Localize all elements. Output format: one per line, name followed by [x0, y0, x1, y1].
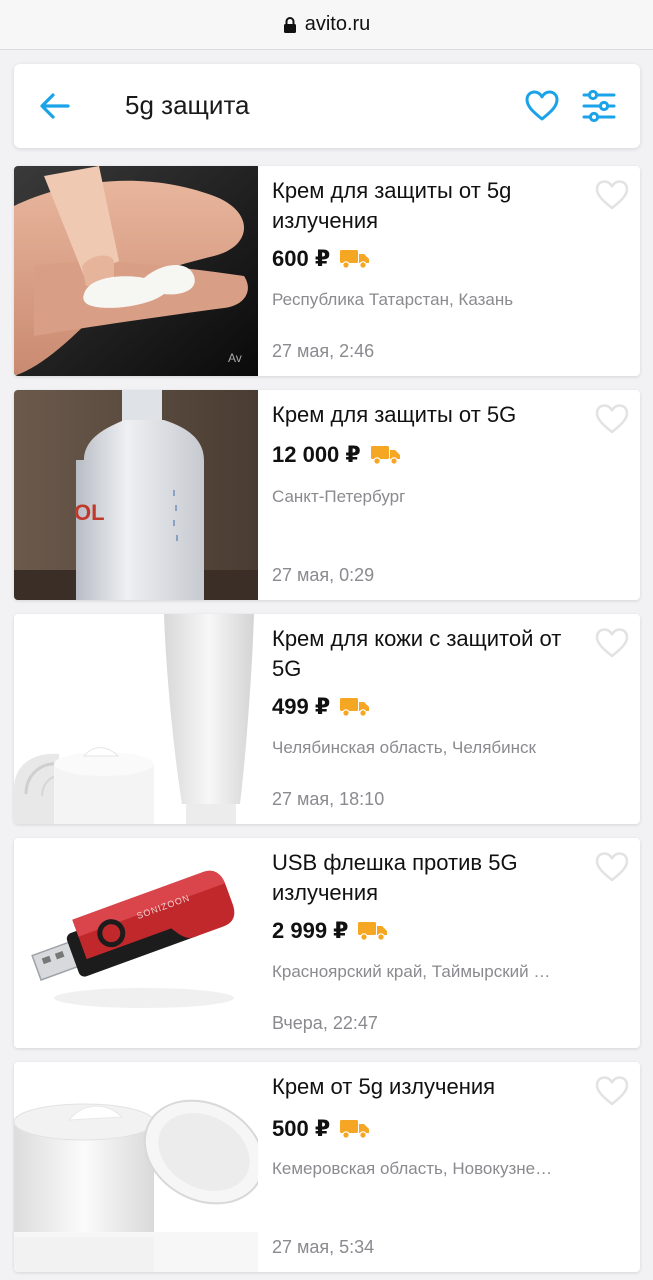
listing-title[interactable]: Крем от 5g излучения: [272, 1072, 572, 1102]
listing-price: 2 999 ₽: [272, 918, 349, 943]
listing-card[interactable]: Av Крем для защиты от 5g излучения 600 ₽…: [14, 166, 640, 376]
listing-price: 500 ₽: [272, 1116, 331, 1141]
listing-price: 600 ₽: [272, 246, 331, 271]
listing-title[interactable]: Крем для защиты от 5g излучения: [272, 176, 572, 236]
listing-image-cream-tube-jar[interactable]: [14, 614, 258, 824]
favorite-heart-icon[interactable]: [594, 402, 630, 436]
favorites-heart-icon[interactable]: [524, 88, 560, 124]
listing-image-cream-jar-open[interactable]: [14, 1062, 258, 1272]
delivery-truck-icon: [340, 698, 370, 717]
filter-sliders-icon[interactable]: [581, 88, 617, 124]
watermark: Av: [228, 351, 242, 365]
listing-price: 12 000 ₽: [272, 442, 361, 467]
delivery-truck-icon: [340, 1120, 370, 1139]
listing-card[interactable]: Крем от 5g излучения 500 ₽ Кемеровская о…: [14, 1062, 640, 1272]
delivery-truck-icon: [370, 446, 400, 465]
listing-price: 499 ₽: [272, 694, 331, 719]
listing-card[interactable]: SONIZOON USB флешка против 5G излучения …: [14, 838, 640, 1048]
back-arrow-icon[interactable]: [38, 90, 72, 122]
listing-date: 27 мая, 2:46: [272, 341, 375, 361]
delivery-truck-icon: [358, 922, 388, 941]
listing-price-row: 500 ₽: [272, 1116, 370, 1142]
listing-price-row: 600 ₽: [272, 246, 370, 272]
listing-image-white-bottle[interactable]: OL: [14, 390, 258, 600]
listing-card[interactable]: OL Крем для защиты от 5G 12 000 ₽ Санкт-…: [14, 390, 640, 600]
bottle-label-fragment: OL: [74, 500, 105, 525]
listing-image-cream-on-fingers[interactable]: Av: [14, 166, 258, 376]
listing-price-row: 2 999 ₽: [272, 918, 388, 944]
favorite-heart-icon[interactable]: [594, 1074, 630, 1108]
browser-url-bar[interactable]: avito.ru: [0, 0, 653, 50]
listing-date: 27 мая, 5:34: [272, 1237, 375, 1257]
favorite-heart-icon[interactable]: [594, 850, 630, 884]
listing-title[interactable]: USB флешка против 5G излучения: [272, 848, 572, 908]
delivery-truck-icon: [340, 250, 370, 269]
search-bar: 5g защита: [14, 64, 640, 148]
search-input[interactable]: 5g защита: [125, 90, 250, 121]
browser-domain: avito.ru: [304, 13, 371, 35]
listing-date: 27 мая, 18:10: [272, 789, 385, 809]
favorite-heart-icon[interactable]: [594, 178, 630, 212]
listing-location: Республика Татарстан, Казань: [272, 290, 514, 309]
listing-location: Санкт-Петербург: [272, 487, 406, 506]
listing-location: Кемеровская область, Новокузне…: [272, 1159, 553, 1178]
listing-location: Красноярский край, Таймырский …: [272, 962, 551, 981]
listing-price-row: 12 000 ₽: [272, 442, 401, 468]
listing-date: Вчера, 22:47: [272, 1013, 378, 1033]
listing-card[interactable]: Крем для кожи с защитой от 5G 499 ₽ Челя…: [14, 614, 640, 824]
listing-location: Челябинская область, Челябинск: [272, 738, 536, 757]
listing-price-row: 499 ₽: [272, 694, 370, 720]
favorite-heart-icon[interactable]: [594, 626, 630, 660]
listing-image-usb-flash-drive[interactable]: SONIZOON: [14, 838, 258, 1048]
listing-date: 27 мая, 0:29: [272, 565, 375, 585]
lock-icon: [283, 16, 296, 33]
listing-title[interactable]: Крем для кожи с защитой от 5G: [272, 624, 572, 684]
listing-title[interactable]: Крем для защиты от 5G: [272, 400, 572, 430]
